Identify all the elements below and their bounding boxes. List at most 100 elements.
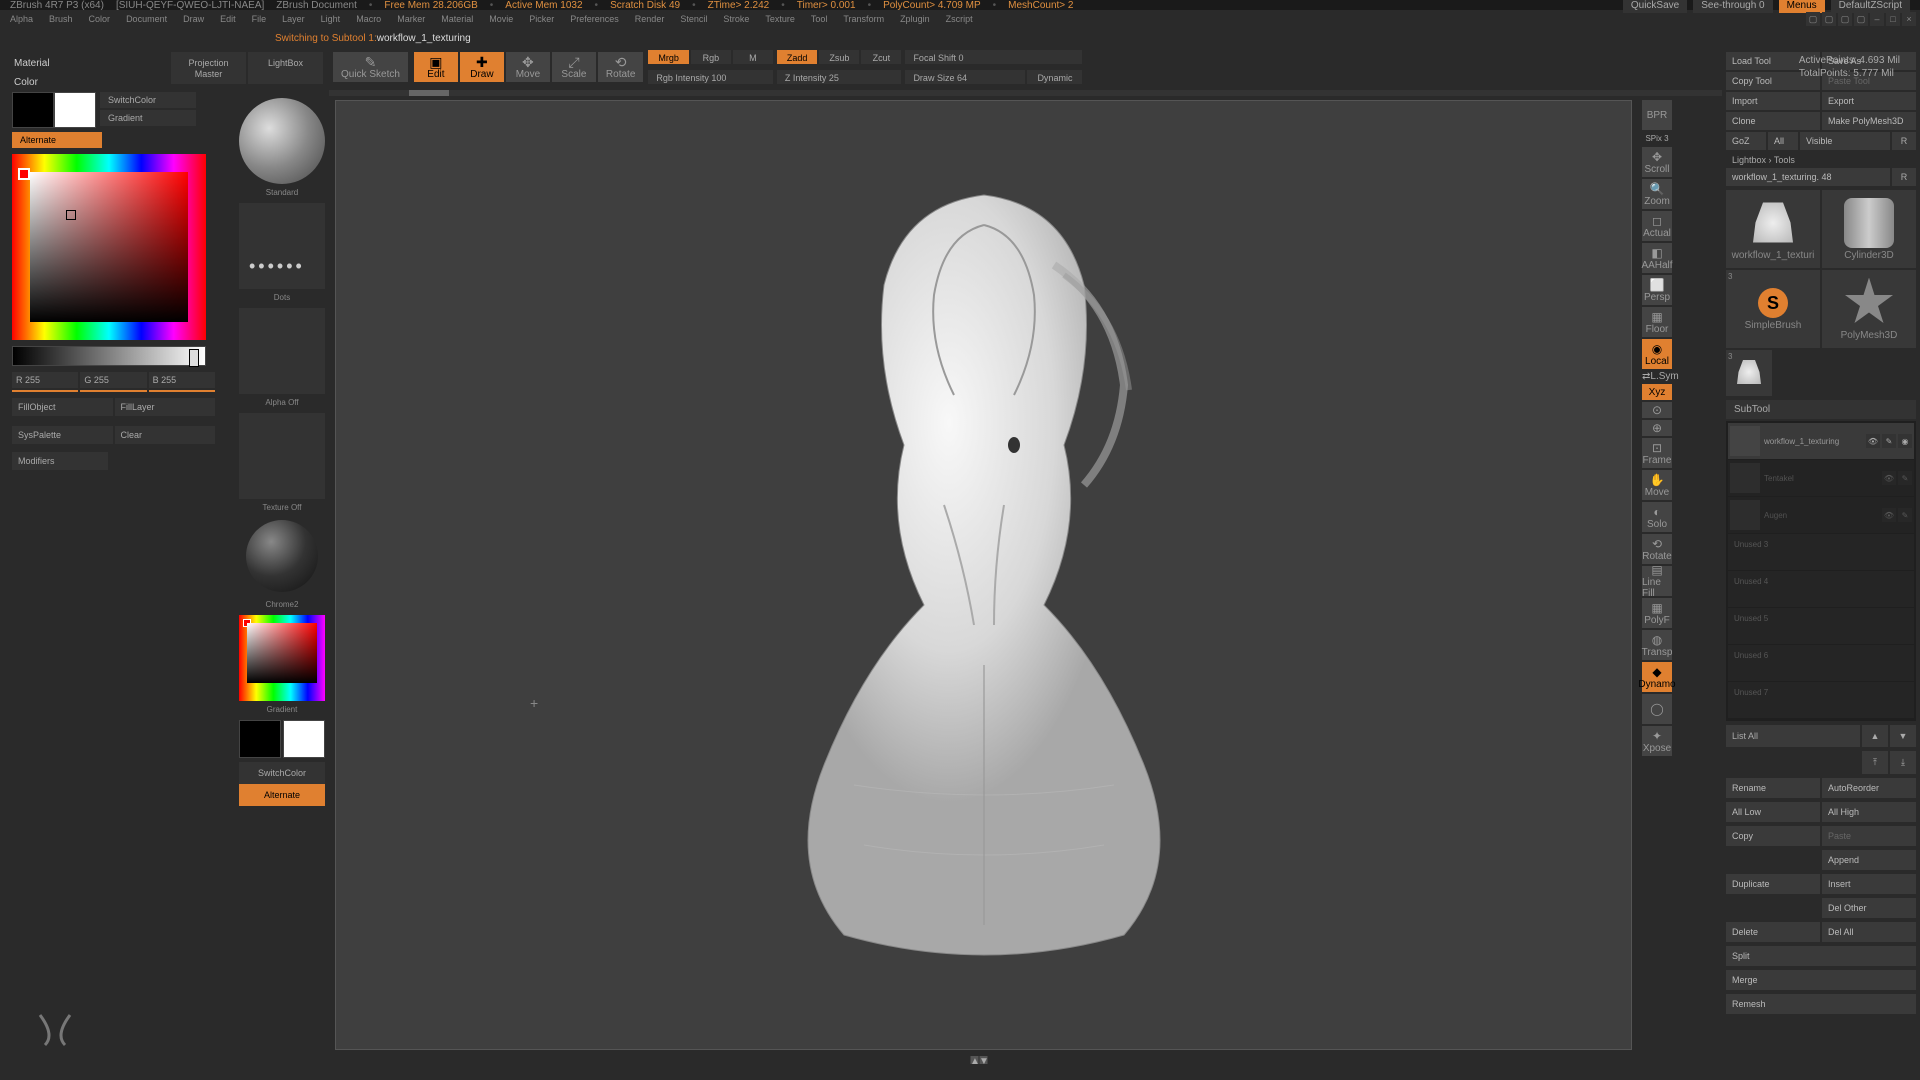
gray-slider[interactable] xyxy=(12,346,206,366)
rotate-view-button[interactable]: ⟲Rotate xyxy=(1642,534,1672,564)
menu-light[interactable]: Light xyxy=(315,12,347,26)
draw-button[interactable]: ✚Draw xyxy=(459,51,505,83)
paste-subtool-button[interactable]: Paste xyxy=(1822,826,1916,846)
scale-button[interactable]: ⤢Scale xyxy=(551,51,597,83)
menu-alpha[interactable]: Alpha xyxy=(4,12,39,26)
viewport[interactable]: + xyxy=(335,100,1632,1050)
brush-thumbnail[interactable] xyxy=(239,98,325,184)
delete-button[interactable]: Delete xyxy=(1726,922,1820,942)
menu-zplugin[interactable]: Zplugin xyxy=(894,12,936,26)
brush-icon[interactable]: ✎ xyxy=(1898,471,1912,485)
actual-button[interactable]: ◻Actual xyxy=(1642,211,1672,241)
rgb-intensity-slider[interactable]: Rgb Intensity 100 xyxy=(648,70,773,84)
eye-icon[interactable]: 👁 xyxy=(1882,508,1896,522)
mini-alternate[interactable]: Alternate xyxy=(239,784,325,806)
minimize-icon[interactable]: – xyxy=(1870,12,1884,26)
fillobject-button[interactable]: FillObject xyxy=(12,398,113,416)
rename-button[interactable]: Rename xyxy=(1726,778,1820,798)
sv-marker[interactable] xyxy=(66,210,76,220)
del-other-button[interactable]: Del Other xyxy=(1822,898,1916,918)
zsub-button[interactable]: Zsub xyxy=(819,50,859,64)
quicksave-button[interactable]: QuickSave xyxy=(1623,0,1687,13)
lsym-button[interactable]: ⇄L.Sym xyxy=(1642,371,1672,382)
down-arrow-button[interactable]: ▼ xyxy=(1890,725,1916,747)
eye-icon[interactable]: 👁 xyxy=(1882,471,1896,485)
tool-thumb-3[interactable]: PolyMesh3D xyxy=(1822,270,1916,348)
brush-icon[interactable]: ✎ xyxy=(1898,508,1912,522)
subtool-item-1[interactable]: Tentakel 👁✎ xyxy=(1728,460,1914,496)
eye-icon[interactable]: 👁 xyxy=(1866,434,1880,448)
export-button[interactable]: Export xyxy=(1822,92,1916,110)
projection-master-button[interactable]: Projection Master xyxy=(171,52,246,84)
all-high-button[interactable]: All High xyxy=(1822,802,1916,822)
list-all-button[interactable]: List All xyxy=(1726,725,1860,747)
mini-swatch-black[interactable] xyxy=(239,720,281,758)
zoom-button[interactable]: 🔍Zoom xyxy=(1642,179,1672,209)
move-view-button[interactable]: ✋Move xyxy=(1642,470,1672,500)
move-button[interactable]: ✥Move xyxy=(505,51,551,83)
polyf-button[interactable]: ▦PolyF xyxy=(1642,598,1672,628)
menu-movie[interactable]: Movie xyxy=(483,12,519,26)
menu-render[interactable]: Render xyxy=(629,12,671,26)
menus-button[interactable]: Menus xyxy=(1779,0,1825,13)
seethrough-slider[interactable]: See-through 0 xyxy=(1693,0,1772,13)
make-polymesh-button[interactable]: Make PolyMesh3D xyxy=(1822,112,1916,130)
mini-switchcolor[interactable]: SwitchColor xyxy=(239,762,325,784)
menu-brush[interactable]: Brush xyxy=(43,12,79,26)
persp-button[interactable]: ⬜Persp xyxy=(1642,275,1672,305)
goz-button[interactable]: GoZ xyxy=(1726,132,1766,150)
menu-color[interactable]: Color xyxy=(83,12,117,26)
remesh-section[interactable]: Remesh xyxy=(1726,994,1916,1014)
dot-icon[interactable]: ◉ xyxy=(1898,434,1912,448)
primary-color-swatch[interactable] xyxy=(54,92,96,128)
all-low-button[interactable]: All Low xyxy=(1726,802,1820,822)
rt-blank2[interactable]: ⊕ xyxy=(1642,420,1672,436)
lightbox-tools-label[interactable]: Lightbox › Tools xyxy=(1726,152,1916,168)
merge-section[interactable]: Merge xyxy=(1726,970,1916,990)
local-button[interactable]: ◉Local xyxy=(1642,339,1672,369)
switchcolor-button[interactable]: SwitchColor xyxy=(100,92,196,108)
copy-subtool-button[interactable]: Copy xyxy=(1726,826,1820,846)
win-btn-4[interactable]: ▢ xyxy=(1854,12,1868,26)
tool-thumb-2[interactable]: 3SimpleBrush xyxy=(1726,270,1820,348)
move-top-button[interactable]: ⤒ xyxy=(1862,751,1888,774)
b-slider[interactable]: B 255 xyxy=(149,372,215,388)
modifiers-section[interactable]: Modifiers xyxy=(12,452,108,470)
win-btn-1[interactable]: ▢ xyxy=(1806,12,1820,26)
tool-r-button[interactable]: R xyxy=(1892,168,1916,186)
mini-swatch-white[interactable] xyxy=(283,720,325,758)
material-thumbnail[interactable] xyxy=(246,520,318,592)
duplicate-button[interactable]: Duplicate xyxy=(1726,874,1820,894)
up-arrow-button[interactable]: ▲ xyxy=(1862,725,1888,747)
goz-r-button[interactable]: R xyxy=(1892,132,1916,150)
zcut-button[interactable]: Zcut xyxy=(861,50,901,64)
xpose-button[interactable]: ✦Xpose xyxy=(1642,726,1672,756)
gradient-button[interactable]: Gradient xyxy=(100,110,196,126)
draw-size-slider[interactable]: Draw Size 64 xyxy=(905,70,1025,84)
edit-button[interactable]: ▣Edit xyxy=(413,51,459,83)
menu-stencil[interactable]: Stencil xyxy=(674,12,713,26)
menu-file[interactable]: File xyxy=(246,12,273,26)
win-btn-3[interactable]: ▢ xyxy=(1838,12,1852,26)
close-icon[interactable]: × xyxy=(1902,12,1916,26)
secondary-color-swatch[interactable] xyxy=(12,92,54,128)
xyz-button[interactable]: Xyz xyxy=(1642,384,1672,400)
syspalette-button[interactable]: SysPalette xyxy=(12,426,113,444)
defaultzscript-button[interactable]: DefaultZScript xyxy=(1831,0,1910,13)
tool-thumb-1[interactable]: Cylinder3D xyxy=(1822,190,1916,268)
menu-picker[interactable]: Picker xyxy=(523,12,560,26)
autoreorder-button[interactable]: AutoReorder xyxy=(1822,778,1916,798)
menu-draw[interactable]: Draw xyxy=(177,12,210,26)
alternate-button[interactable]: Alternate xyxy=(12,132,102,148)
menu-tool[interactable]: Tool xyxy=(805,12,834,26)
menu-preferences[interactable]: Preferences xyxy=(564,12,625,26)
color-picker[interactable] xyxy=(12,154,206,340)
menu-zscript[interactable]: Zscript xyxy=(940,12,979,26)
menu-texture[interactable]: Texture xyxy=(759,12,801,26)
import-button[interactable]: Import xyxy=(1726,92,1820,110)
menu-marker[interactable]: Marker xyxy=(391,12,431,26)
tool-thumb-0[interactable]: workflow_1_texturi xyxy=(1726,190,1820,268)
append-button[interactable]: Append xyxy=(1822,850,1916,870)
subtool-header[interactable]: SubTool xyxy=(1726,400,1916,419)
quick-sketch-button[interactable]: ✎Quick Sketch xyxy=(332,51,409,83)
